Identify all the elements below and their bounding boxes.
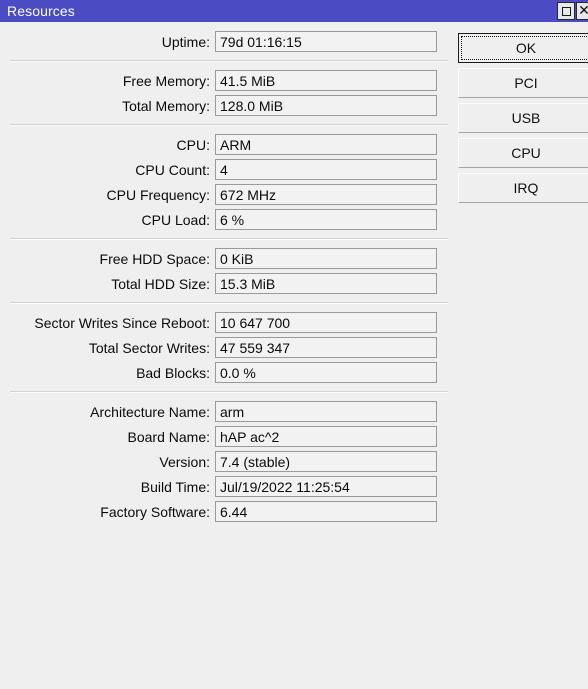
label-sector-writes-since-reboot: Sector Writes Since Reboot: [34,314,210,331]
group-cpu: CPU: ARM CPU Count: 4 CPU Frequency: 672… [0,132,452,232]
field-row-build-time: Build Time: Jul/19/2022 11:25:54 [0,474,452,499]
dialog-button-column: OK PCI USB CPU IRQ [458,33,588,208]
cpu-button-label: CPU [511,145,541,161]
field-row-total-memory: Total Memory: 128.0 MiB [0,93,452,118]
value-cpu-count[interactable]: 4 [215,159,437,180]
value-free-hdd-space[interactable]: 0 KiB [215,248,437,269]
window-controls: ✕ [557,0,588,22]
close-icon: ✕ [578,3,588,19]
label-version: Version: [159,453,210,470]
label-board-name: Board Name: [127,428,210,445]
field-row-free-memory: Free Memory: 41.5 MiB [0,68,452,93]
divider-after-hdd [10,302,448,304]
irq-button[interactable]: IRQ [458,173,588,203]
field-row-architecture-name: Architecture Name: arm [0,399,452,424]
label-total-memory: Total Memory: [122,97,210,114]
resources-window: Resources ✕ Uptime: 79d 01:16:15 Free Me… [0,0,588,689]
group-memory: Free Memory: 41.5 MiB Total Memory: 128.… [0,68,452,118]
usb-button[interactable]: USB [458,103,588,133]
label-total-sector-writes: Total Sector Writes: [88,339,210,356]
ok-button[interactable]: OK [458,33,588,63]
field-row-cpu-count: CPU Count: 4 [0,157,452,182]
label-cpu-count: CPU Count: [135,161,210,178]
field-row-version: Version: 7.4 (stable) [0,449,452,474]
restore-icon [561,6,571,16]
restore-button[interactable] [557,2,575,20]
value-architecture-name[interactable]: arm [215,401,437,422]
label-cpu: CPU: [176,136,210,153]
label-cpu-frequency: CPU Frequency: [106,186,210,203]
field-row-cpu-load: CPU Load: 6 % [0,207,452,232]
label-total-hdd-size: Total HDD Size: [111,275,210,292]
field-row-factory-software: Factory Software: 6.44 [0,499,452,524]
group-sector-writes: Sector Writes Since Reboot: 10 647 700 T… [0,310,452,385]
label-factory-software: Factory Software: [100,503,210,520]
pci-button[interactable]: PCI [458,68,588,98]
group-system: Architecture Name: arm Board Name: hAP a… [0,399,452,524]
value-board-name[interactable]: hAP ac^2 [215,426,437,447]
value-build-time[interactable]: Jul/19/2022 11:25:54 [215,476,437,497]
group-uptime: Uptime: 79d 01:16:15 [0,29,452,54]
value-total-memory[interactable]: 128.0 MiB [215,95,437,116]
field-row-total-sector-writes: Total Sector Writes: 47 559 347 [0,335,452,360]
field-row-uptime: Uptime: 79d 01:16:15 [0,29,452,54]
dialog-body: Uptime: 79d 01:16:15 Free Memory: 41.5 M… [0,22,588,689]
field-row-total-hdd-size: Total HDD Size: 15.3 MiB [0,271,452,296]
label-architecture-name: Architecture Name: [90,403,210,420]
value-factory-software[interactable]: 6.44 [215,501,437,522]
label-build-time: Build Time: [140,478,210,495]
value-total-hdd-size[interactable]: 15.3 MiB [215,273,437,294]
ok-button-label: OK [515,40,537,56]
field-row-free-hdd-space: Free HDD Space: 0 KiB [0,246,452,271]
label-free-hdd-space: Free HDD Space: [99,250,210,267]
top-spacer [0,22,452,29]
field-row-sector-writes-since-reboot: Sector Writes Since Reboot: 10 647 700 [0,310,452,335]
label-uptime: Uptime: [161,33,210,50]
cpu-button[interactable]: CPU [458,138,588,168]
field-row-cpu: CPU: ARM [0,132,452,157]
divider-after-uptime [10,60,448,62]
field-row-bad-blocks: Bad Blocks: 0.0 % [0,360,452,385]
value-cpu[interactable]: ARM [215,134,437,155]
divider-after-sector-writes [10,391,448,393]
usb-button-label: USB [511,110,541,126]
field-row-cpu-frequency: CPU Frequency: 672 MHz [0,182,452,207]
irq-button-label: IRQ [513,180,539,196]
value-free-memory[interactable]: 41.5 MiB [215,70,437,91]
value-sector-writes-since-reboot[interactable]: 10 647 700 [215,312,437,333]
label-cpu-load: CPU Load: [141,211,210,228]
value-uptime[interactable]: 79d 01:16:15 [215,31,437,52]
value-version[interactable]: 7.4 (stable) [215,451,437,472]
window-title: Resources [7,3,75,19]
divider-after-cpu [10,238,448,240]
field-row-board-name: Board Name: hAP ac^2 [0,424,452,449]
label-bad-blocks: Bad Blocks: [136,364,210,381]
value-bad-blocks[interactable]: 0.0 % [215,362,437,383]
window-titlebar[interactable]: Resources ✕ [0,0,588,22]
divider-after-memory [10,124,448,126]
pci-button-label: PCI [514,75,538,91]
resources-form: Uptime: 79d 01:16:15 Free Memory: 41.5 M… [0,22,452,689]
value-total-sector-writes[interactable]: 47 559 347 [215,337,437,358]
value-cpu-frequency[interactable]: 672 MHz [215,184,437,205]
close-button[interactable]: ✕ [576,2,588,20]
group-hdd: Free HDD Space: 0 KiB Total HDD Size: 15… [0,246,452,296]
value-cpu-load[interactable]: 6 % [215,209,437,230]
label-free-memory: Free Memory: [122,72,210,89]
